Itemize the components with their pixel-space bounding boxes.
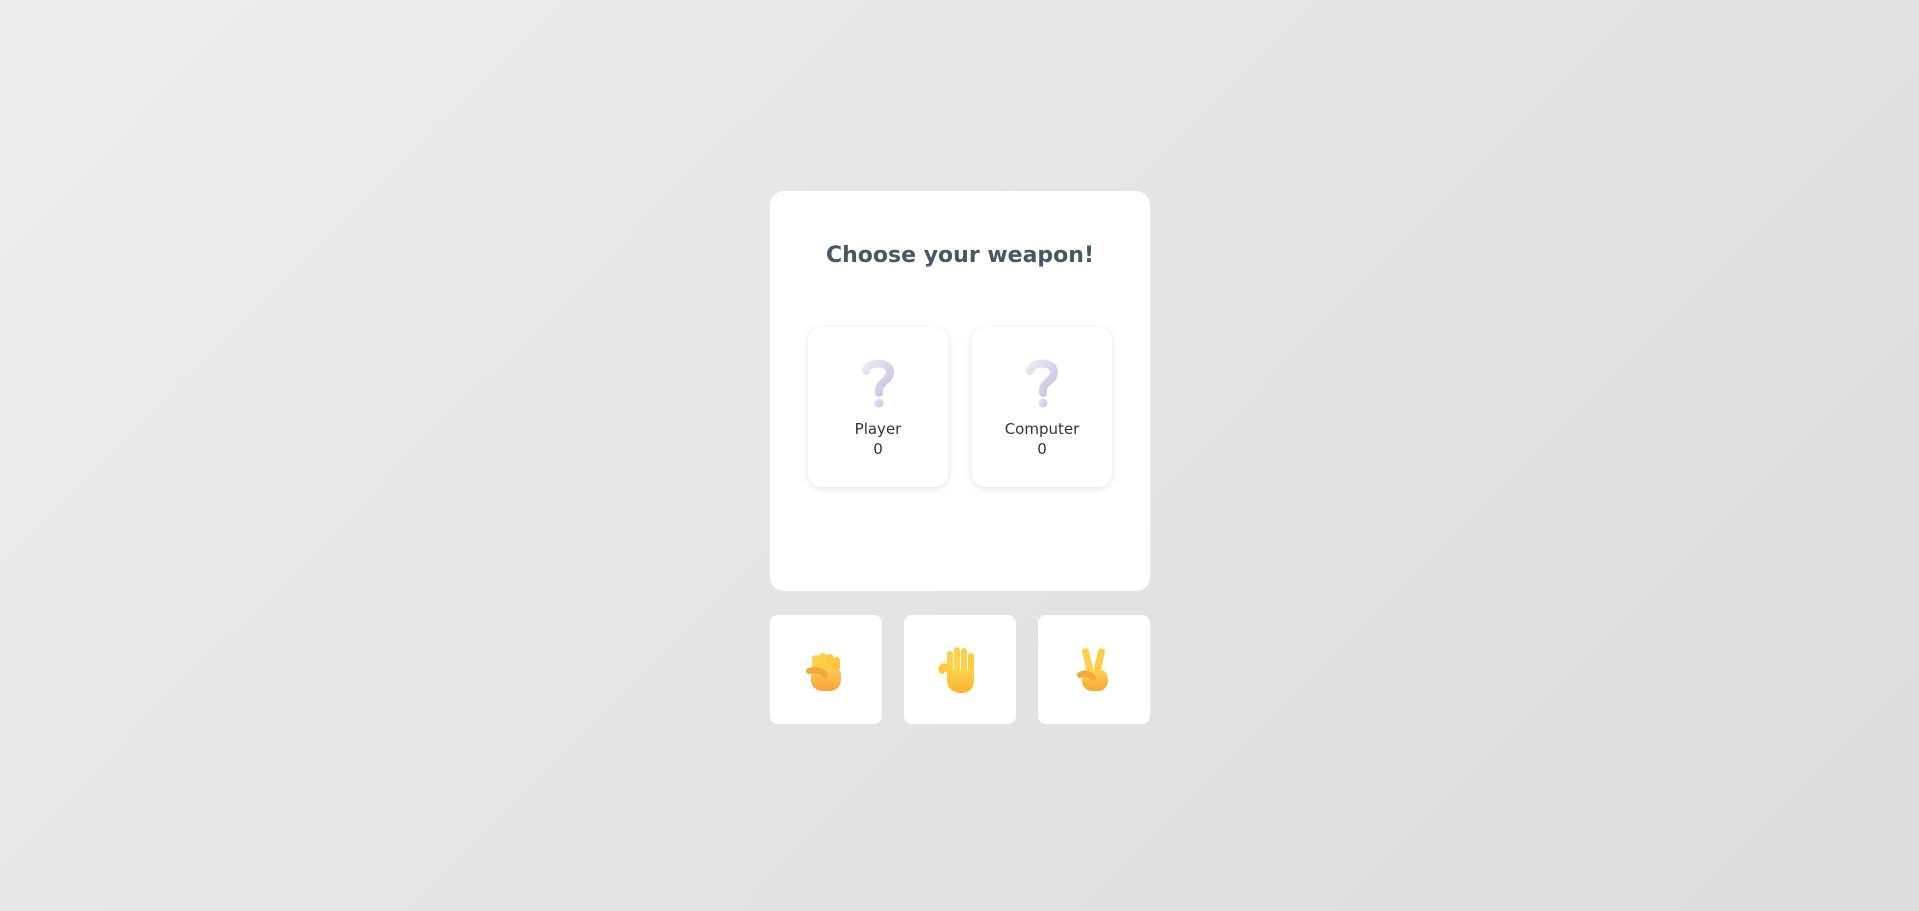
computer-score: 0: [1037, 440, 1047, 458]
computer-panel: Computer 0: [972, 327, 1112, 487]
raised-fist-icon: [806, 652, 841, 691]
player-panel: Player 0: [808, 327, 948, 487]
game-title: Choose your weapon!: [826, 243, 1094, 268]
rock-button[interactable]: [770, 615, 882, 724]
question-mark-icon: [862, 359, 895, 408]
player-label: Player: [854, 420, 902, 438]
paper-button[interactable]: [904, 615, 1016, 724]
raised-hand-icon: [938, 646, 974, 693]
question-mark-icon: [1026, 359, 1059, 408]
game-card: Choose your weapon! Player 0 Computer 0: [770, 191, 1150, 591]
computer-label: Computer: [1004, 420, 1080, 438]
scissors-button[interactable]: [1038, 615, 1150, 724]
player-score: 0: [873, 440, 883, 458]
victory-hand-icon: [1077, 647, 1108, 691]
